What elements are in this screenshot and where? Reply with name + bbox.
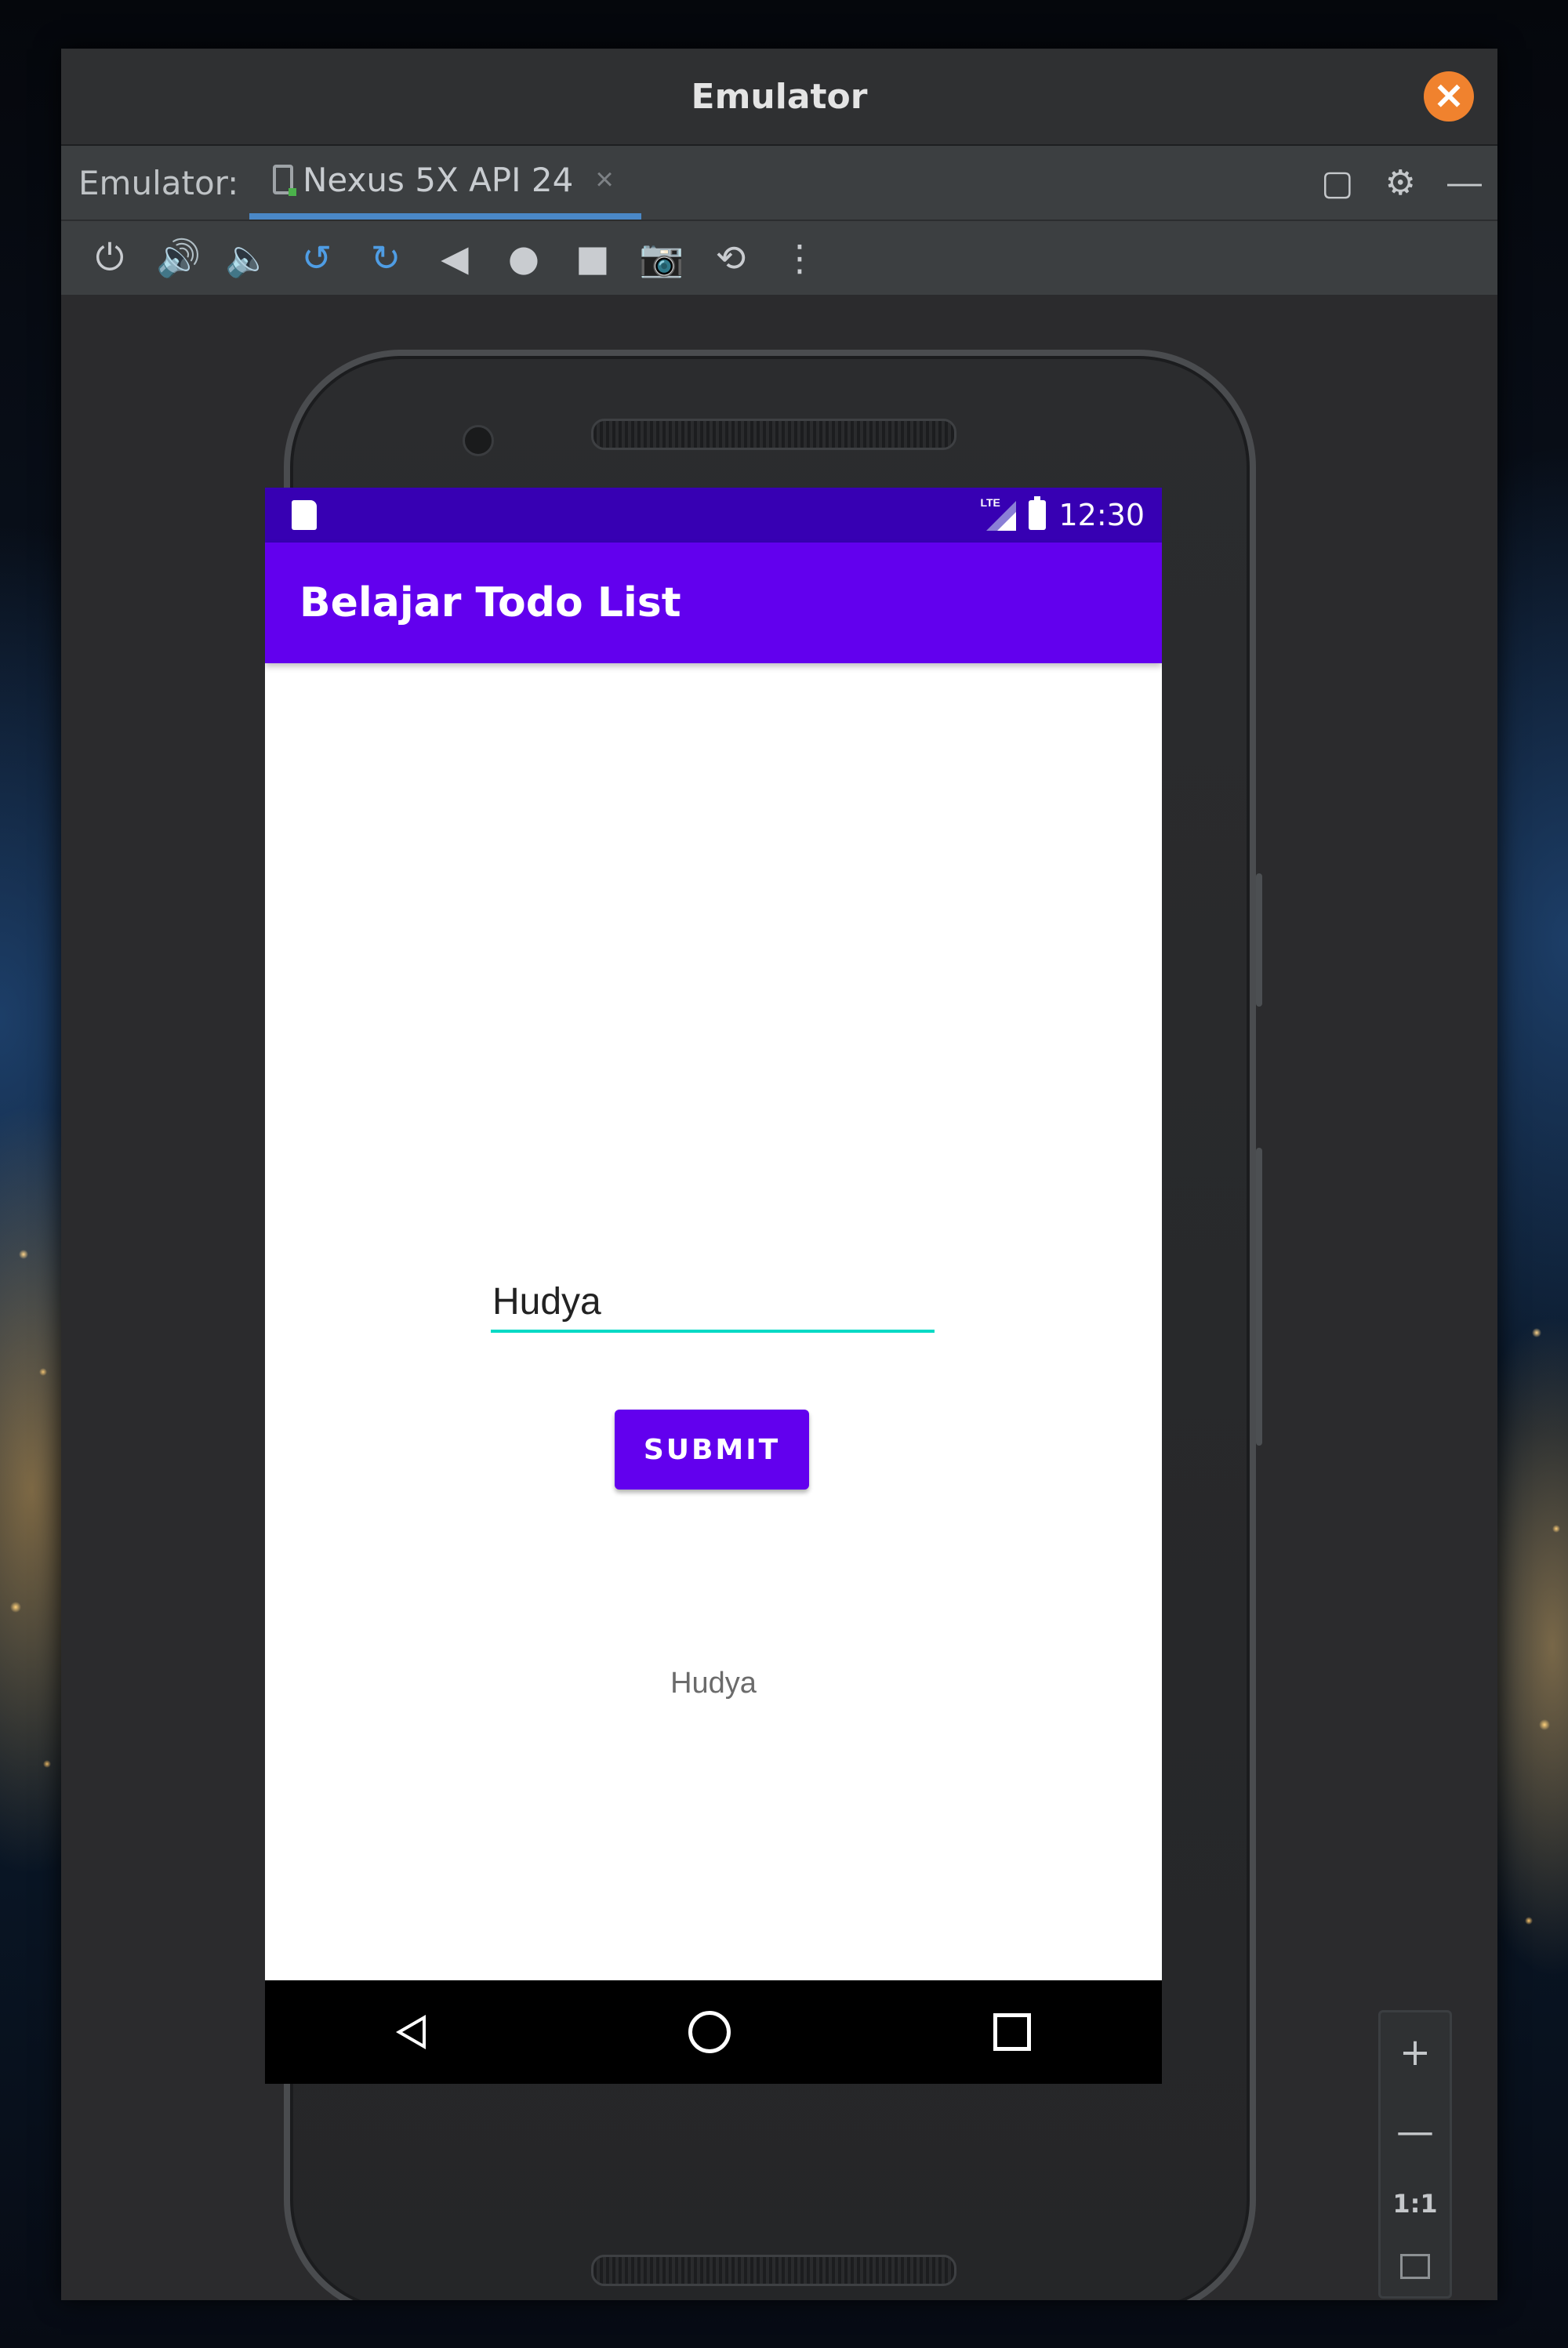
back-icon[interactable]: ◀ <box>420 227 489 289</box>
top-speaker <box>591 419 956 450</box>
volume-up-icon[interactable]: 🔊 <box>144 227 213 289</box>
rotate-left-icon[interactable]: ↺ <box>282 227 351 289</box>
android-nav-bar <box>265 1980 1162 2084</box>
sd-card-icon <box>292 500 317 530</box>
actual-size-button[interactable]: 1:1 <box>1392 2189 1437 2219</box>
zoom-panel: + — 1:1 <box>1378 2010 1452 2299</box>
snapshot-icon[interactable]: ⟲ <box>696 227 765 289</box>
gear-icon[interactable]: ⚙ <box>1385 163 1416 203</box>
power-icon[interactable]: ⏻ <box>75 227 144 289</box>
device-tabbar: Emulator: Nexus 5X API 24 × ▢ ⚙ — <box>61 146 1497 220</box>
nav-home-icon[interactable] <box>688 2011 731 2053</box>
device-icon <box>273 165 296 196</box>
todo-input[interactable] <box>491 1278 935 1333</box>
minimize-icon[interactable]: — <box>1447 163 1482 202</box>
tab-close-icon[interactable]: × <box>595 162 613 198</box>
status-clock: 12:30 <box>1058 498 1145 532</box>
volume-rocker[interactable] <box>1256 1148 1262 1446</box>
power-button[interactable] <box>1256 873 1262 1007</box>
app-title: Belajar Todo List <box>299 579 681 626</box>
app-bar: Belajar Todo List <box>265 543 1162 663</box>
home-icon[interactable]: ● <box>489 227 558 289</box>
nav-back-icon[interactable] <box>396 2015 426 2049</box>
submit-button[interactable]: SUBMIT <box>615 1410 809 1490</box>
bottom-speaker <box>591 2255 956 2286</box>
fit-screen-icon[interactable] <box>1400 2253 1430 2279</box>
todo-result-text: Hudya <box>670 1667 757 1700</box>
rotate-right-icon[interactable]: ↻ <box>351 227 420 289</box>
status-icons: LTE 12:30 <box>980 488 1145 543</box>
window-titlebar: Emulator ✕ <box>61 49 1497 146</box>
nav-recents-icon[interactable] <box>993 2013 1031 2051</box>
app-content: SUBMIT Hudya <box>265 663 1162 1983</box>
window-title: Emulator <box>691 76 868 117</box>
restore-icon[interactable]: ▢ <box>1321 163 1354 203</box>
status-bar: LTE 12:30 <box>265 488 1162 543</box>
device-screen: LTE 12:30 Belajar Todo List SUBMIT Hudya <box>265 488 1162 2084</box>
zoom-out-button[interactable]: — <box>1396 2110 1434 2154</box>
zoom-in-button[interactable]: + <box>1399 2030 1431 2074</box>
tab-device-label: Nexus 5X API 24 <box>303 160 574 199</box>
tabbar-prefix: Emulator: <box>78 163 239 202</box>
emulator-toolbar: ⏻ 🔊 🔈 ↺ ↻ ◀ ● ■ 📷 ⟲ ⋮ <box>61 220 1497 295</box>
volume-down-icon[interactable]: 🔈 <box>213 227 282 289</box>
tabbar-actions: ▢ ⚙ — <box>1321 146 1482 220</box>
tab-device[interactable]: Nexus 5X API 24 × <box>249 146 641 220</box>
close-icon[interactable]: ✕ <box>1424 71 1474 122</box>
front-camera <box>463 425 494 456</box>
more-icon[interactable]: ⋮ <box>765 227 834 289</box>
signal-icon: LTE <box>980 496 1017 531</box>
camera-icon[interactable]: 📷 <box>627 227 696 289</box>
overview-icon[interactable]: ■ <box>558 227 627 289</box>
battery-icon <box>1029 496 1047 530</box>
